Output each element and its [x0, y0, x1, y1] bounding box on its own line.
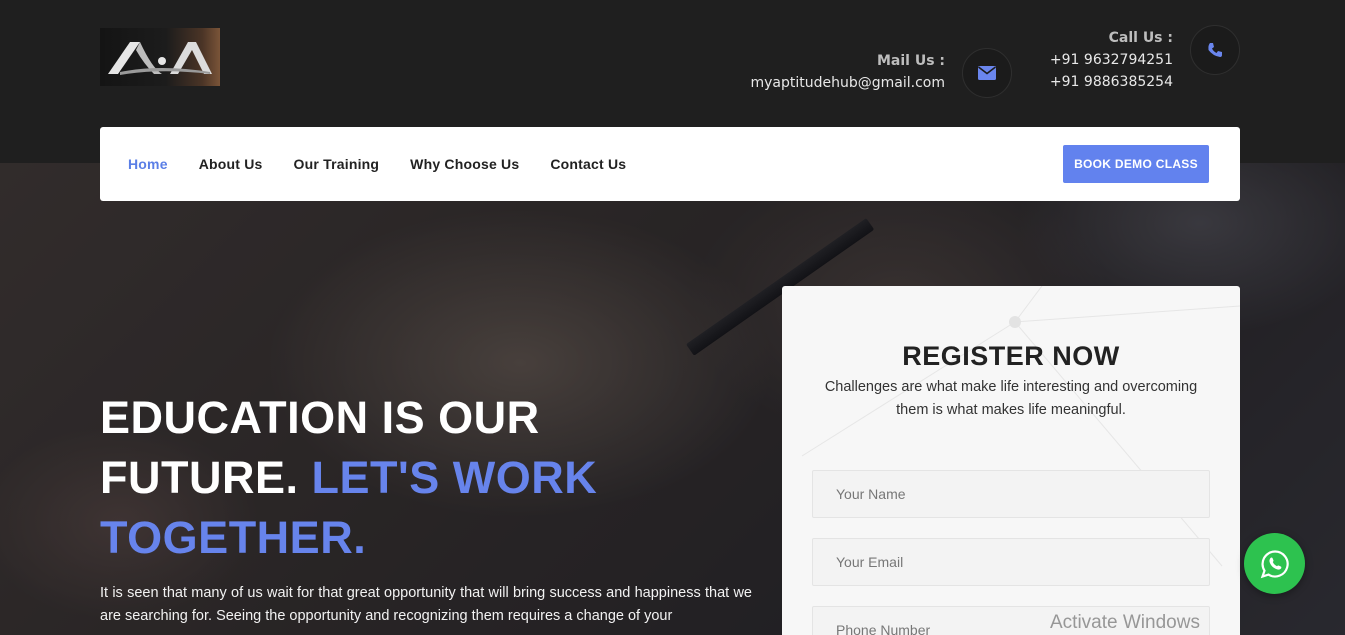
activate-windows-watermark: Activate Windows: [1050, 612, 1200, 633]
nav-why-choose-us[interactable]: Why Choose Us: [410, 156, 519, 172]
headline-line-1: EDUCATION IS OUR: [100, 392, 540, 443]
nav-contact-us[interactable]: Contact Us: [550, 156, 626, 172]
name-input[interactable]: [812, 470, 1210, 518]
envelope-icon: [978, 66, 996, 80]
mail-button[interactable]: [962, 48, 1012, 98]
hero-paragraph: It is seen that many of us wait for that…: [100, 585, 752, 624]
mail-label: Mail Us :: [876, 53, 945, 69]
whatsapp-chat-button[interactable]: [1244, 533, 1305, 594]
call-contact: Call Us : +91 9632794251 +91 9886385254: [1050, 27, 1173, 93]
whatsapp-icon: [1260, 549, 1289, 578]
call-label: Call Us :: [1108, 30, 1173, 46]
headline-line-2-accent: LET'S WORK: [311, 452, 598, 503]
nav-our-training[interactable]: Our Training: [294, 156, 380, 172]
call-button[interactable]: [1190, 25, 1240, 75]
headline-line-2-white: FUTURE.: [100, 452, 299, 503]
headline-line-3-accent: TOGETHER.: [100, 512, 367, 563]
register-subtitle: Challenges are what make life interestin…: [824, 379, 1198, 418]
hero-headline: EDUCATION IS OUR FUTURE. LET'S WORK TOGE…: [100, 388, 597, 568]
mail-address[interactable]: myaptitudehub@gmail.com: [751, 72, 946, 94]
main-navigation: Home About Us Our Training Why Choose Us…: [100, 127, 1240, 201]
site-logo[interactable]: [100, 28, 220, 86]
register-title: REGISTER NOW: [902, 341, 1120, 371]
nav-home[interactable]: Home: [128, 156, 168, 172]
phone-number-1[interactable]: +91 9632794251: [1050, 49, 1173, 71]
phone-number-2[interactable]: +91 9886385254: [1050, 71, 1173, 93]
register-form-card: REGISTER NOW Challenges are what make li…: [782, 286, 1240, 635]
logo-mark: [108, 42, 212, 75]
email-input[interactable]: [812, 538, 1210, 586]
book-demo-button[interactable]: BOOK DEMO CLASS: [1063, 145, 1209, 183]
nav-about-us[interactable]: About Us: [199, 156, 263, 172]
mail-contact: Mail Us : myaptitudehub@gmail.com: [751, 50, 946, 94]
phone-icon: [1208, 43, 1222, 57]
